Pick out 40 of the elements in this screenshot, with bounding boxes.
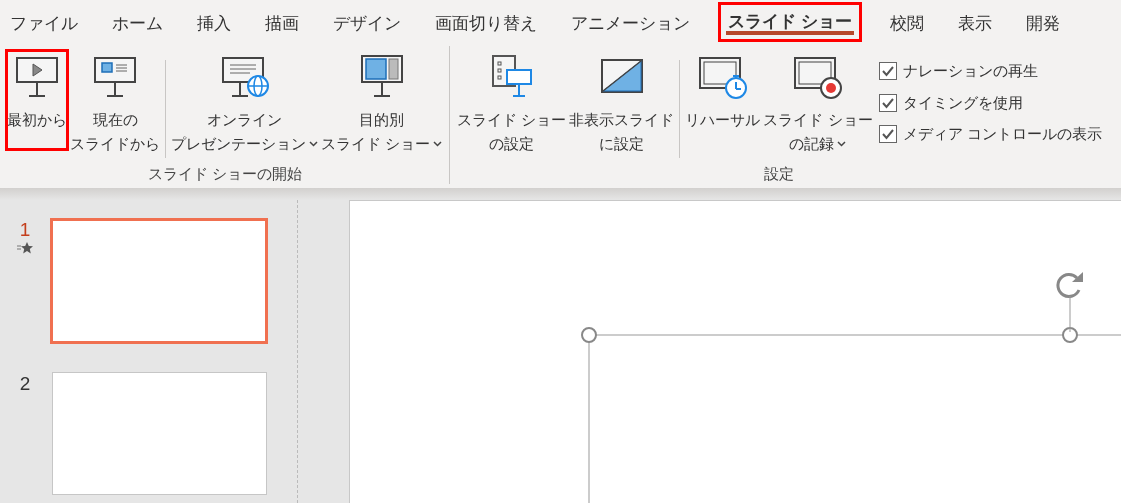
- ribbon-button[interactable]: 非表示スライド に設定: [568, 50, 676, 159]
- slide-stopwatch-icon: [697, 54, 748, 100]
- ribbon-button[interactable]: オンライン プレゼンテーション: [170, 50, 319, 159]
- ribbon-button[interactable]: リハーサル: [684, 50, 762, 135]
- ribbon-tab[interactable]: スライド ショー: [720, 4, 860, 40]
- ribbon-tab[interactable]: 画面切り替え: [431, 6, 541, 42]
- checkbox[interactable]: [878, 125, 897, 144]
- slide-record-icon: [792, 54, 843, 100]
- projector-slide-icon: [92, 54, 138, 100]
- ribbon-button[interactable]: スライド ショー の設定: [456, 50, 568, 159]
- ribbon-tab[interactable]: デザイン: [329, 6, 405, 42]
- chevron-down-icon: [837, 141, 847, 147]
- checkbox-label[interactable]: タイミングを使用: [902, 91, 1023, 114]
- slide-thumbnail[interactable]: [52, 372, 267, 495]
- projector-play-icon: [14, 54, 60, 100]
- ribbon-tab[interactable]: 描画: [261, 6, 303, 42]
- group-label: スライド ショーの開始: [146, 164, 303, 184]
- slide-number: 1: [19, 218, 31, 242]
- slide-thumbnail[interactable]: [50, 218, 268, 344]
- ribbon-tab[interactable]: 開発: [1021, 6, 1064, 42]
- ribbon-tab[interactable]: 校閲: [885, 6, 928, 42]
- ribbon-tab[interactable]: ファイル: [6, 6, 82, 42]
- ribbon-tab[interactable]: ホーム: [108, 6, 167, 42]
- projector-custom-icon: [358, 54, 405, 100]
- group-label: 設定: [762, 164, 795, 184]
- ribbon-tab[interactable]: 挿入: [193, 6, 235, 42]
- ribbon-tab[interactable]: アニメーション: [567, 6, 694, 42]
- checkbox[interactable]: [878, 62, 897, 81]
- checkbox[interactable]: [878, 93, 897, 112]
- ribbon-button[interactable]: 目的別 スライド ショー: [320, 50, 444, 159]
- projector-globe-icon: [219, 54, 270, 100]
- chevron-down-icon: [309, 141, 318, 147]
- ribbon-button[interactable]: スライド ショー の記録: [762, 50, 874, 159]
- checkbox-label[interactable]: ナレーションの再生: [902, 60, 1038, 83]
- ribbon-button[interactable]: 現在の スライドから: [69, 50, 161, 159]
- ribbon-tab[interactable]: 表示: [953, 6, 996, 42]
- ribbon-button[interactable]: 最初から: [6, 50, 68, 150]
- checkbox-label[interactable]: メディア コントロールの表示: [902, 123, 1102, 146]
- chevron-down-icon: [433, 141, 443, 147]
- slide-number: 2: [19, 372, 31, 396]
